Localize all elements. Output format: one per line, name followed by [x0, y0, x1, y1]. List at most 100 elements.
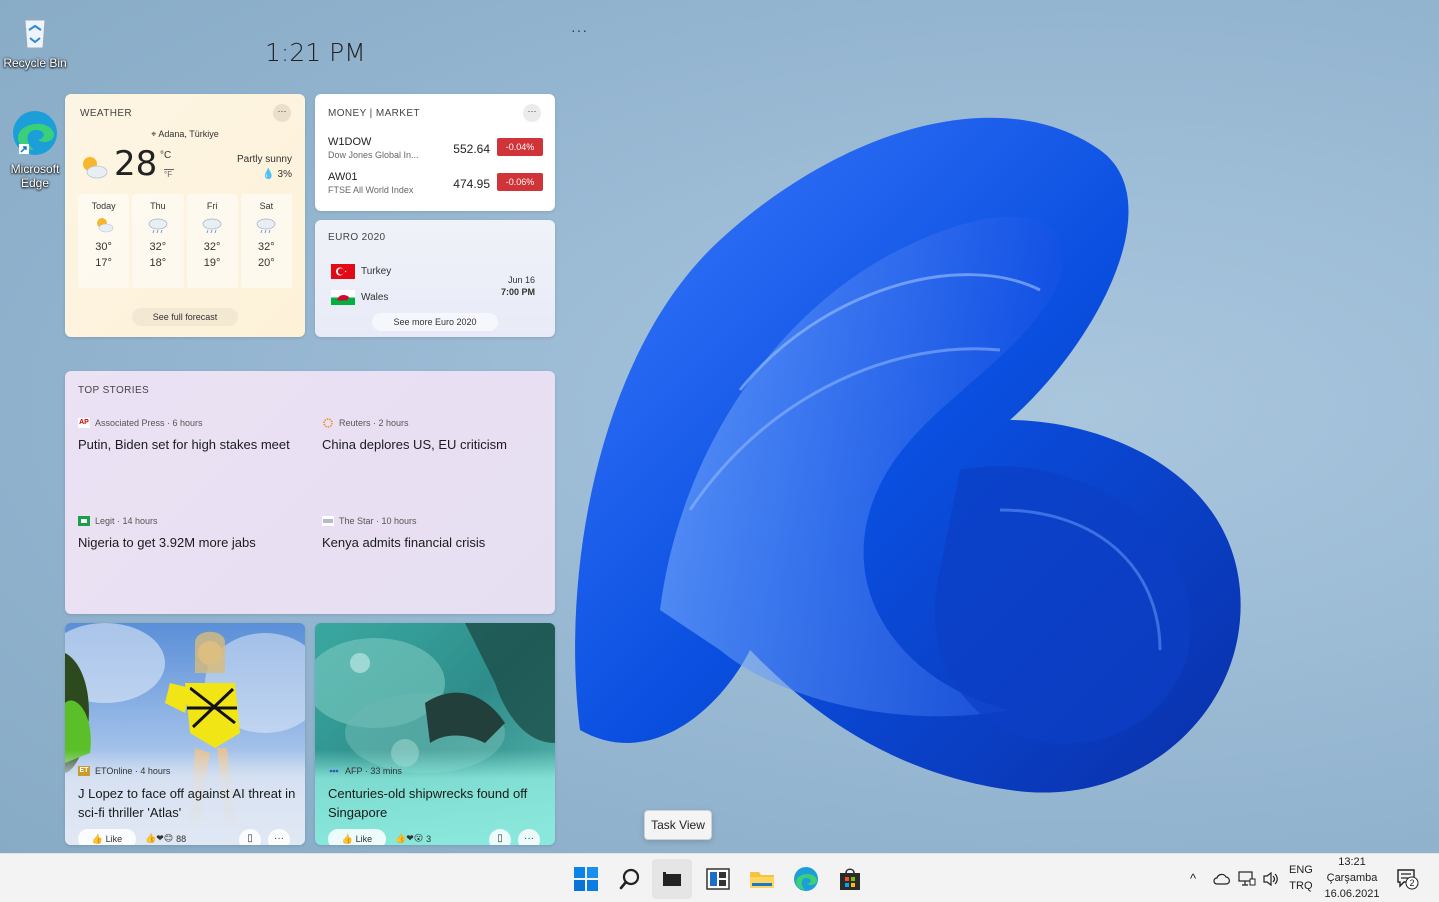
- ap-logo-icon: AP: [78, 418, 90, 428]
- task-view-tooltip: Task View: [644, 810, 712, 840]
- edge-label: Microsoft Edge: [10, 162, 60, 190]
- widgets-clock: 1:21 PM: [265, 38, 366, 67]
- weather-condition: Partly sunny 💧 3%: [236, 154, 292, 180]
- euro-2020-widget[interactable]: EURO 2020 Turkey Wales Jun 16 7:00 PM Se…: [315, 220, 555, 337]
- forecast-row: Today 30° 17° Thu 32° 18° Fri 32° 19° Sa…: [78, 194, 292, 288]
- money-widget[interactable]: MONEY | MARKET ··· W1DOW Dow Jones Globa…: [315, 94, 555, 211]
- stock-change-badge: -0.04%: [497, 138, 543, 156]
- edge-icon: [10, 108, 60, 158]
- euro-title: EURO 2020: [328, 232, 386, 243]
- story-item[interactable]: Legit · 14 hours Nigeria to get 3.92M mo…: [78, 516, 308, 550]
- start-button[interactable]: [566, 859, 606, 899]
- news-card[interactable]: AFP · 33 mins Centuries-old shipwrecks f…: [315, 623, 555, 845]
- store-button[interactable]: [830, 859, 870, 899]
- folder-icon: [750, 872, 774, 888]
- story-item[interactable]: AP Associated Press · 6 hours Putin, Bide…: [78, 418, 308, 452]
- reaction-count: 👍❤😊 88: [145, 833, 187, 844]
- cloud-icon: [1213, 873, 1230, 885]
- location-pin-icon: ⌖: [151, 129, 157, 139]
- stock-row[interactable]: AW01 FTSE All World Index 474.95 -0.06%: [328, 171, 543, 201]
- etonline-logo-icon: ET: [78, 766, 90, 776]
- like-button[interactable]: 👍 Like: [328, 829, 386, 845]
- store-icon: [840, 868, 860, 890]
- speaker-icon: [1263, 871, 1278, 886]
- save-bookmark-button[interactable]: ▯: [239, 829, 261, 845]
- precipitation: 💧 3%: [262, 169, 292, 180]
- notification-count: 2: [1409, 878, 1415, 888]
- see-full-forecast-link[interactable]: See full forecast: [132, 308, 238, 326]
- search-icon: [619, 868, 640, 890]
- clock-date-button[interactable]: 13:21 Çarşamba 16.06.2021: [1322, 854, 1382, 902]
- edge-taskbar-button[interactable]: [786, 859, 826, 899]
- network-tray[interactable]: [1238, 854, 1256, 902]
- show-hidden-icons-button[interactable]: ^: [1190, 854, 1196, 902]
- save-bookmark-button[interactable]: ▯: [489, 829, 511, 845]
- bookmark-icon: ▯: [497, 833, 503, 844]
- reaction-emoji-icon: 👍❤😮: [395, 833, 424, 843]
- news-card[interactable]: ET ETOnline · 4 hours J Lopez to face of…: [65, 623, 305, 845]
- widgets-icon: [706, 868, 730, 890]
- celsius-toggle[interactable]: °C: [160, 150, 171, 161]
- like-button[interactable]: 👍 Like: [78, 829, 136, 845]
- stock-row[interactable]: W1DOW Dow Jones Global In... 552.64 -0.0…: [328, 136, 543, 166]
- money-more-button[interactable]: ···: [523, 104, 541, 122]
- notification-center-button[interactable]: 2: [1396, 868, 1420, 890]
- news-source: AFP · 33 mins: [328, 766, 402, 776]
- fahrenheit-toggle[interactable]: °F: [164, 169, 174, 179]
- widgets-menu-button[interactable]: ···: [571, 22, 588, 38]
- onedrive-tray[interactable]: [1213, 854, 1231, 902]
- forecast-day[interactable]: Today 30° 17°: [78, 194, 130, 288]
- reaction-count: 👍❤😮 3: [395, 833, 432, 844]
- widgets-button[interactable]: [698, 859, 738, 899]
- search-button[interactable]: [610, 859, 650, 899]
- input-language-button[interactable]: ENG TRQ: [1289, 862, 1313, 894]
- volume-tray[interactable]: [1262, 854, 1280, 902]
- card-more-button[interactable]: ···: [518, 829, 540, 845]
- stock-change-badge: -0.06%: [497, 173, 543, 191]
- money-title: MONEY | MARKET: [328, 108, 420, 119]
- the-star-logo-icon: [322, 516, 334, 526]
- wales-flag-icon: [331, 290, 355, 305]
- see-more-euro-link[interactable]: See more Euro 2020: [372, 313, 498, 331]
- legit-logo-icon: [78, 516, 90, 526]
- file-explorer-button[interactable]: [742, 859, 782, 899]
- story-item[interactable]: The Star · 10 hours Kenya admits financi…: [322, 516, 552, 550]
- team-turkey: Turkey: [331, 264, 391, 279]
- partly-sunny-icon: [79, 154, 109, 185]
- current-temperature: 28: [114, 144, 158, 184]
- recycle-bin-icon: [15, 12, 55, 52]
- rain-cloud-icon: [187, 216, 238, 238]
- weather-more-button[interactable]: ···: [273, 104, 291, 122]
- rain-cloud-icon: [132, 216, 183, 238]
- story-item[interactable]: Reuters · 2 hours China deplores US, EU …: [322, 418, 552, 452]
- chevron-up-icon: ^: [1190, 871, 1197, 886]
- card-more-button[interactable]: ···: [268, 829, 290, 845]
- task-view-button[interactable]: [652, 859, 692, 899]
- wallpaper-bloom: [540, 90, 1260, 810]
- news-source: ET ETOnline · 4 hours: [78, 766, 171, 776]
- edge-icon: [794, 867, 818, 891]
- reaction-emoji-icon: 👍❤😊: [145, 833, 174, 843]
- rain-cloud-icon: [241, 216, 292, 238]
- edge-shortcut[interactable]: Microsoft Edge: [0, 108, 70, 190]
- news-headline: Centuries-old shipwrecks found off Singa…: [328, 786, 528, 820]
- windows-logo-icon: [574, 867, 598, 891]
- thumbs-up-icon: 👍: [91, 834, 104, 844]
- afp-logo-icon: [328, 766, 340, 776]
- weather-widget[interactable]: WEATHER ··· ⌖ Adana, Türkiye 28 °C °F Pa…: [65, 94, 305, 337]
- top-stories-widget[interactable]: TOP STORIES AP Associated Press · 6 hours…: [65, 371, 555, 614]
- forecast-day[interactable]: Thu 32° 18°: [132, 194, 184, 288]
- thumbs-up-icon: 👍: [341, 834, 354, 844]
- recycle-bin-label: Recycle Bin: [3, 56, 67, 70]
- recycle-bin-shortcut[interactable]: Recycle Bin: [0, 12, 70, 70]
- taskbar: ^ ENG TRQ 13:21 Çarşamba 16.06.2021 2: [0, 853, 1439, 902]
- news-headline: J Lopez to face off against AI threat in…: [78, 786, 296, 820]
- forecast-day[interactable]: Fri 32° 19°: [186, 194, 238, 288]
- turkey-flag-icon: [331, 264, 355, 279]
- team-wales: Wales: [331, 290, 388, 305]
- reuters-logo-icon: [322, 418, 334, 428]
- forecast-day[interactable]: Sat 32° 20°: [240, 194, 292, 288]
- bookmark-icon: ▯: [247, 833, 253, 844]
- weather-location: ⌖ Adana, Türkiye: [151, 129, 219, 139]
- weather-title: WEATHER: [80, 108, 133, 119]
